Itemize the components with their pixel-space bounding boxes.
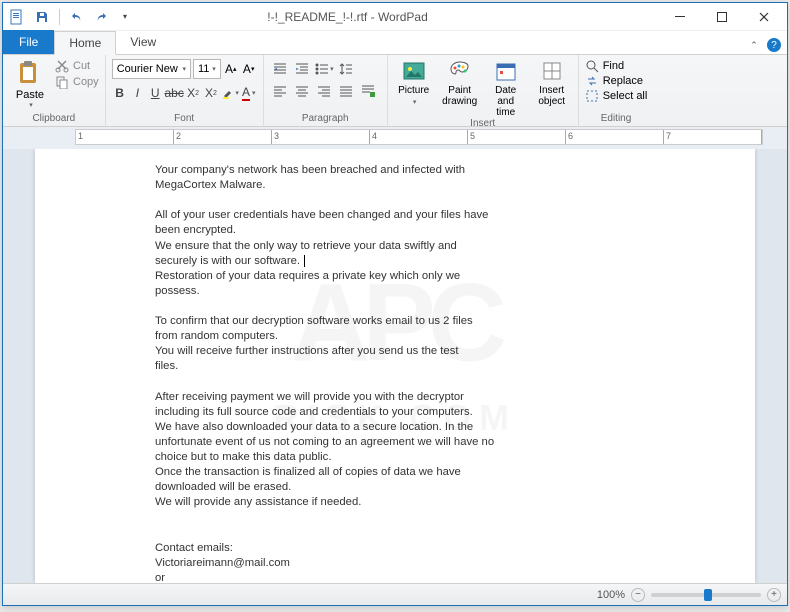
picture-icon <box>402 59 426 83</box>
replace-icon <box>585 74 599 88</box>
underline-button[interactable]: U <box>147 83 163 103</box>
find-icon <box>585 59 599 73</box>
font-label: Font <box>112 113 257 126</box>
cut-icon <box>55 59 69 73</box>
picture-button[interactable]: Picture▾ <box>394 59 434 118</box>
ribbon-tabbar: File Home View ⌃ ? <box>3 31 787 55</box>
titlebar: ▾ !-!_README_!-!.rtf - WordPad <box>3 3 787 31</box>
editing-group: Find Replace Select all Editing <box>579 55 654 126</box>
zoom-level: 100% <box>597 589 625 601</box>
grow-font-button[interactable]: A▴ <box>223 59 239 79</box>
bold-button[interactable]: B <box>112 83 128 103</box>
ribbon: Paste ▾ Cut Copy Clipboard Courier New▾ … <box>3 55 787 127</box>
highlight-button[interactable]: ▾ <box>221 83 239 103</box>
paint-icon <box>448 59 472 83</box>
paste-button[interactable]: Paste ▾ <box>9 57 51 113</box>
shrink-font-button[interactable]: A▾ <box>241 59 257 79</box>
paragraph-dialog-button[interactable] <box>358 81 378 101</box>
view-tab[interactable]: View <box>116 30 170 54</box>
replace-button[interactable]: Replace <box>585 74 648 88</box>
paint-drawing-button[interactable]: Paint drawing <box>440 59 480 118</box>
paragraph-label: Paragraph <box>270 113 381 126</box>
copy-button[interactable]: Copy <box>55 75 99 89</box>
document-page[interactable]: APC RISK.COM Your company's network has … <box>35 149 755 583</box>
paste-icon <box>16 59 44 87</box>
find-button[interactable]: Find <box>585 59 648 73</box>
clipboard-group: Paste ▾ Cut Copy Clipboard <box>3 55 106 126</box>
justify-button[interactable] <box>336 81 356 101</box>
font-color-button[interactable]: A▾ <box>241 83 257 103</box>
calendar-icon <box>494 59 518 83</box>
document-area[interactable]: APC RISK.COM Your company's network has … <box>3 149 787 583</box>
zoom-out-button[interactable]: − <box>631 588 645 602</box>
increase-indent-button[interactable] <box>292 59 312 79</box>
bullets-button[interactable]: ▾ <box>314 59 334 79</box>
decrease-indent-button[interactable] <box>270 59 290 79</box>
collapse-ribbon-button[interactable]: ⌃ <box>745 36 763 54</box>
document-text[interactable]: Your company's network has been breached… <box>155 163 615 583</box>
font-group: Courier New▾ 11▾ A▴ A▾ B I U abc X2 X2 ▾… <box>106 55 264 126</box>
select-all-button[interactable]: Select all <box>585 89 648 103</box>
strikethrough-button[interactable]: abc <box>165 83 183 103</box>
maximize-button[interactable] <box>701 3 743 31</box>
font-name-combo[interactable]: Courier New▾ <box>112 59 191 79</box>
date-time-button[interactable]: Date and time <box>486 59 526 118</box>
insert-group: Picture▾ Paint drawing Date and time Ins… <box>388 55 579 126</box>
superscript-button[interactable]: X2 <box>203 83 219 103</box>
italic-button[interactable]: I <box>130 83 146 103</box>
cut-button[interactable]: Cut <box>55 59 99 73</box>
zoom-slider[interactable] <box>651 593 761 597</box>
copy-icon <box>55 75 69 89</box>
select-icon <box>585 89 599 103</box>
align-right-button[interactable] <box>314 81 334 101</box>
paragraph-group: ▾ Paragraph <box>264 55 388 126</box>
window-title: !-!_README_!-!.rtf - WordPad <box>36 10 659 24</box>
help-button[interactable]: ? <box>767 38 781 52</box>
align-center-button[interactable] <box>292 81 312 101</box>
font-size-combo[interactable]: 11▾ <box>193 59 221 79</box>
zoom-in-button[interactable]: + <box>767 588 781 602</box>
statusbar: 100% − + <box>3 583 787 605</box>
editing-label: Editing <box>585 113 648 126</box>
ruler[interactable]: 1234567 <box>75 129 763 145</box>
close-button[interactable] <box>743 3 785 31</box>
clipboard-label: Clipboard <box>9 113 99 126</box>
line-spacing-button[interactable] <box>336 59 356 79</box>
window-controls <box>659 3 785 31</box>
app-icon <box>9 9 25 25</box>
minimize-button[interactable] <box>659 3 701 31</box>
app-window: ▾ !-!_README_!-!.rtf - WordPad File Home… <box>2 2 788 606</box>
object-icon <box>540 59 564 83</box>
ruler-area: 1234567 <box>3 127 787 149</box>
home-tab[interactable]: Home <box>54 31 116 55</box>
insert-object-button[interactable]: Insert object <box>532 59 572 118</box>
file-tab[interactable]: File <box>3 30 54 54</box>
align-left-button[interactable] <box>270 81 290 101</box>
subscript-button[interactable]: X2 <box>185 83 201 103</box>
